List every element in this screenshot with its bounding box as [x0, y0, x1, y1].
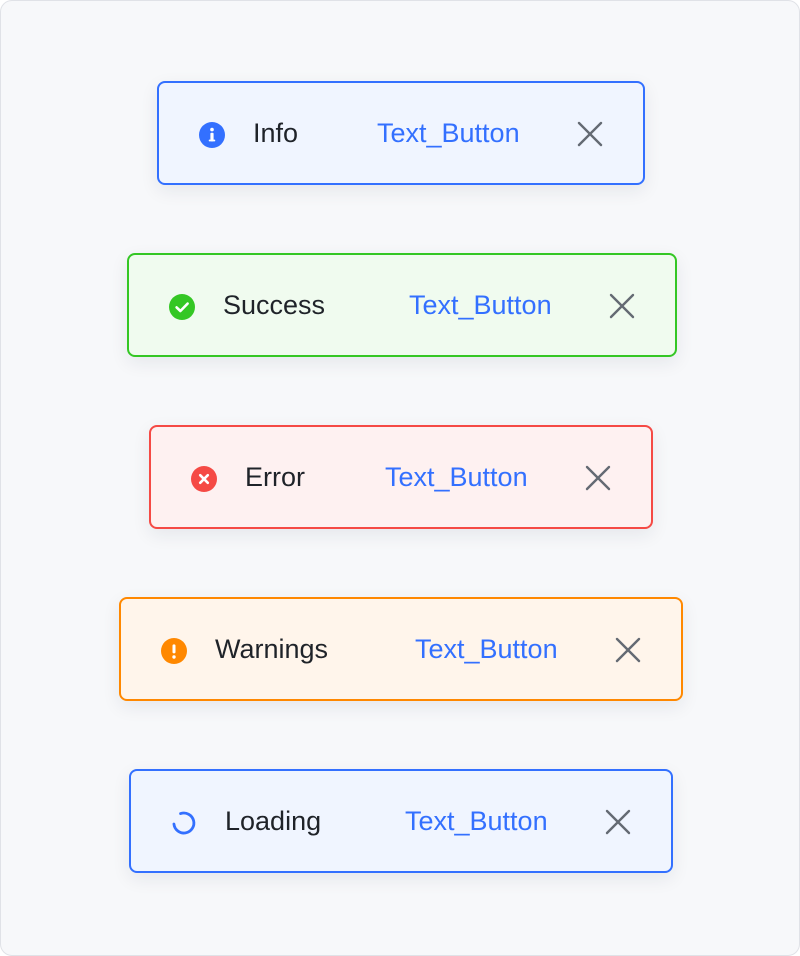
- toast-title: Warnings: [215, 634, 329, 664]
- text-button[interactable]: Text_Button: [405, 771, 548, 871]
- close-icon[interactable]: [585, 465, 611, 491]
- text-button[interactable]: Text_Button: [415, 599, 558, 699]
- close-icon[interactable]: [615, 637, 641, 663]
- info-icon: [199, 122, 225, 148]
- toast-warning: Warnings Text_Button: [119, 597, 683, 701]
- close-icon[interactable]: [605, 809, 631, 835]
- warning-icon: [161, 638, 187, 664]
- toast-info: Info Text_Button: [157, 81, 645, 185]
- text-button[interactable]: Text_Button: [409, 255, 552, 355]
- toast-title: Error: [245, 462, 305, 492]
- toast-title: Success: [223, 290, 326, 320]
- toast-success: Success Text_Button: [127, 253, 677, 357]
- close-icon[interactable]: [609, 293, 635, 319]
- canvas-frame: Info Text_Button Success Text_Button Err…: [0, 0, 800, 956]
- toast-loading: Loading Text_Button: [129, 769, 673, 873]
- loading-icon: [171, 810, 197, 836]
- toast-error: Error Text_Button: [149, 425, 653, 529]
- text-button[interactable]: Text_Button: [377, 83, 520, 183]
- toast-title: Info: [253, 118, 299, 148]
- error-icon: [191, 466, 217, 492]
- text-button[interactable]: Text_Button: [385, 427, 528, 527]
- toast-title: Loading: [225, 806, 322, 836]
- success-icon: [169, 294, 195, 320]
- close-icon[interactable]: [577, 121, 603, 147]
